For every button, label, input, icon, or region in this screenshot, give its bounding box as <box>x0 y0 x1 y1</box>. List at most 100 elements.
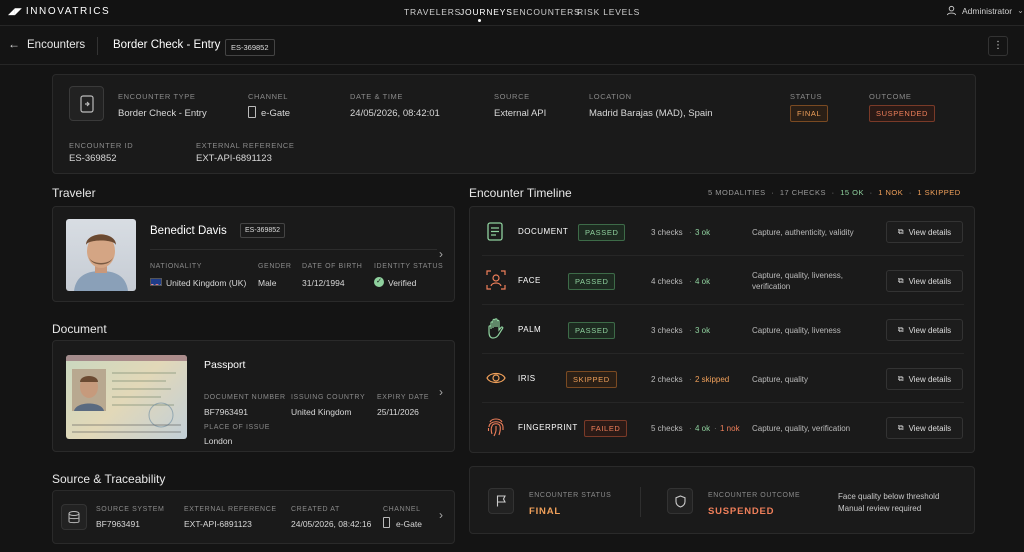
back-arrow-icon[interactable]: ← <box>8 37 20 51</box>
external-link-icon: ⧉ <box>897 325 904 334</box>
encounter-type-icon-box <box>69 86 104 121</box>
stat-sep: · <box>771 188 775 197</box>
fingerprint-icon <box>487 418 504 437</box>
expiry-value: 25/11/2026 <box>377 407 419 417</box>
traveler-chevron-right-icon[interactable]: › <box>439 247 443 261</box>
status-label: STATUS <box>790 92 823 101</box>
view-details-label: View details <box>908 374 952 384</box>
header-id-badge: ES-369852 <box>225 39 275 56</box>
footer-divider <box>640 487 641 517</box>
nav-journeys[interactable]: JOURNEYS <box>460 7 513 17</box>
trace-section-title: Source & Traceability <box>52 472 166 486</box>
footer-status-value: FINAL <box>529 506 561 517</box>
nav-encounters[interactable]: ENCOUNTERS <box>513 7 581 17</box>
view-details-label: View details <box>908 276 952 286</box>
view-details-button[interactable]: ⧉ View details <box>886 270 963 292</box>
footer-outcome-value: SUSPENDED <box>708 506 775 517</box>
nav-risk-levels[interactable]: RISK LEVELS <box>577 7 640 17</box>
user-menu[interactable]: Administrator ⌄ <box>946 5 1024 16</box>
modality-name: IRIS <box>518 374 536 383</box>
location-label: LOCATION <box>589 92 632 101</box>
trace-card[interactable]: SOURCE SYSTEM BF7963491 EXTERNAL REFEREN… <box>52 490 455 544</box>
checks-desc-line2: verification <box>752 282 791 291</box>
traveler-face-image <box>74 234 128 291</box>
nationality-value: United Kingdom (UK) <box>166 278 247 288</box>
uk-flag-icon <box>150 278 162 286</box>
passport-image <box>66 355 187 439</box>
ext-ref-value: EXT-API-6891123 <box>196 153 272 164</box>
back-link[interactable]: Encounters <box>27 39 85 51</box>
timeline-row-fingerprint: FINGERPRINT FAILED 5 checks · 4 ok · 1 n… <box>470 403 976 452</box>
timeline-row-palm: PALM PASSED 3 checks · 3 ok Capture, qua… <box>470 305 976 354</box>
modality-name: FINGERPRINT <box>518 423 578 432</box>
channel-value: e-Gate <box>261 108 291 119</box>
checks-detail: 4 ok <box>695 424 711 433</box>
eye-icon <box>486 372 506 384</box>
checks-detail: 2 skipped <box>695 375 730 384</box>
encounter-type-label: ENCOUNTER TYPE <box>118 92 196 101</box>
status-badge: PASSED <box>568 322 616 339</box>
trace-chevron-right-icon[interactable]: › <box>439 508 443 522</box>
checks-sep: · <box>714 424 717 433</box>
issuing-country-value: United Kingdom <box>291 407 352 417</box>
expiry-label: EXPIRY DATE <box>377 394 430 401</box>
modality-name: FACE <box>518 276 541 285</box>
timeline-section-title: Encounter Timeline <box>469 186 572 200</box>
checks-desc: Capture, quality, liveness, <box>752 271 844 280</box>
view-details-label: View details <box>908 227 952 237</box>
shield-icon-box <box>667 488 693 514</box>
checks-detail: 3 ok <box>695 228 711 237</box>
trace-egate-icon <box>383 517 390 528</box>
traveler-section-title: Traveler <box>52 186 96 200</box>
trace-ext-ref-value: EXT-API-6891123 <box>184 519 252 529</box>
checks-sep: · <box>689 326 692 335</box>
more-options-button[interactable]: ⋮ <box>988 36 1008 56</box>
datetime-value: 24/05/2026, 08:42:01 <box>350 108 440 119</box>
checks-desc: Capture, quality, liveness <box>752 326 841 335</box>
header-divider <box>97 37 98 55</box>
view-details-button[interactable]: ⧉ View details <box>886 221 963 243</box>
footer-outcome-label: ENCOUNTER OUTCOME <box>708 492 801 499</box>
document-card[interactable]: Passport DOCUMENT NUMBER BF7963491 ISSUI… <box>52 340 455 452</box>
identity-status-value: Verified <box>388 278 417 288</box>
view-details-button[interactable]: ⧉ View details <box>886 319 963 341</box>
brand-logo[interactable]: ◢◤ INNOVATRICS <box>8 6 110 17</box>
checks-detail: 3 ok <box>695 326 711 335</box>
chevron-down-icon: ⌄ <box>1017 6 1024 15</box>
view-details-button[interactable]: ⧉ View details <box>886 417 963 439</box>
issuing-country-label: ISSUING COUNTRY <box>291 394 366 401</box>
source-system-value: BF7963491 <box>96 519 140 529</box>
page-header: ← Encounters Border Check - Entry ES-369… <box>0 27 1024 65</box>
view-details-button[interactable]: ⧉ View details <box>886 368 963 390</box>
ext-ref-label: EXTERNAL REFERENCE <box>196 141 295 150</box>
checks-count: 5 checks <box>651 424 683 433</box>
traveler-name: Benedict Davis <box>150 225 227 237</box>
page-title: Border Check - Entry <box>113 39 221 51</box>
nav-travelers[interactable]: TRAVELERS <box>404 7 461 17</box>
nationality-label: NATIONALITY <box>150 263 202 270</box>
kebab-icon: ⋮ <box>993 40 1003 51</box>
created-at-label: CREATED AT <box>291 506 340 513</box>
checks-detail-nok: 1 nok <box>720 424 740 433</box>
summary-card: ENCOUNTER TYPE Border Check - Entry CHAN… <box>52 74 976 174</box>
shield-icon <box>674 494 686 508</box>
timeline-row-face: FACE PASSED 4 checks · 4 ok Capture, qua… <box>470 256 976 305</box>
footer-note-2: Manual review required <box>838 504 922 513</box>
verified-check-icon: ✓ <box>374 277 384 287</box>
timeline-card: DOCUMENT PASSED 3 checks · 3 ok Capture,… <box>469 206 975 453</box>
traveler-id-badge: ES-369852 <box>240 223 286 238</box>
checks-desc: Capture, quality, verification <box>752 424 851 433</box>
created-at-value: 24/05/2026, 08:42:16 <box>291 519 372 529</box>
top-bar: ◢◤ INNOVATRICS TRAVELERS JOURNEYS ENCOUN… <box>0 0 1024 26</box>
document-icon <box>487 222 503 241</box>
timeline-stats: 5 MODALITIES · 17 CHECKS · 15 OK · 1 NOK… <box>708 188 961 197</box>
database-icon-box <box>61 504 87 530</box>
place-of-issue-value: London <box>204 436 233 446</box>
stat-ok: 15 OK <box>840 188 865 197</box>
stat-nok: 1 NOK <box>878 188 904 197</box>
timeline-row-iris: IRIS SKIPPED 2 checks · 2 skipped Captur… <box>470 354 976 403</box>
datetime-label: DATE & TIME <box>350 92 403 101</box>
traveler-card[interactable]: Benedict Davis ES-369852 NATIONALITY Uni… <box>52 206 455 302</box>
view-details-label: View details <box>908 423 952 433</box>
document-chevron-right-icon[interactable]: › <box>439 385 443 399</box>
